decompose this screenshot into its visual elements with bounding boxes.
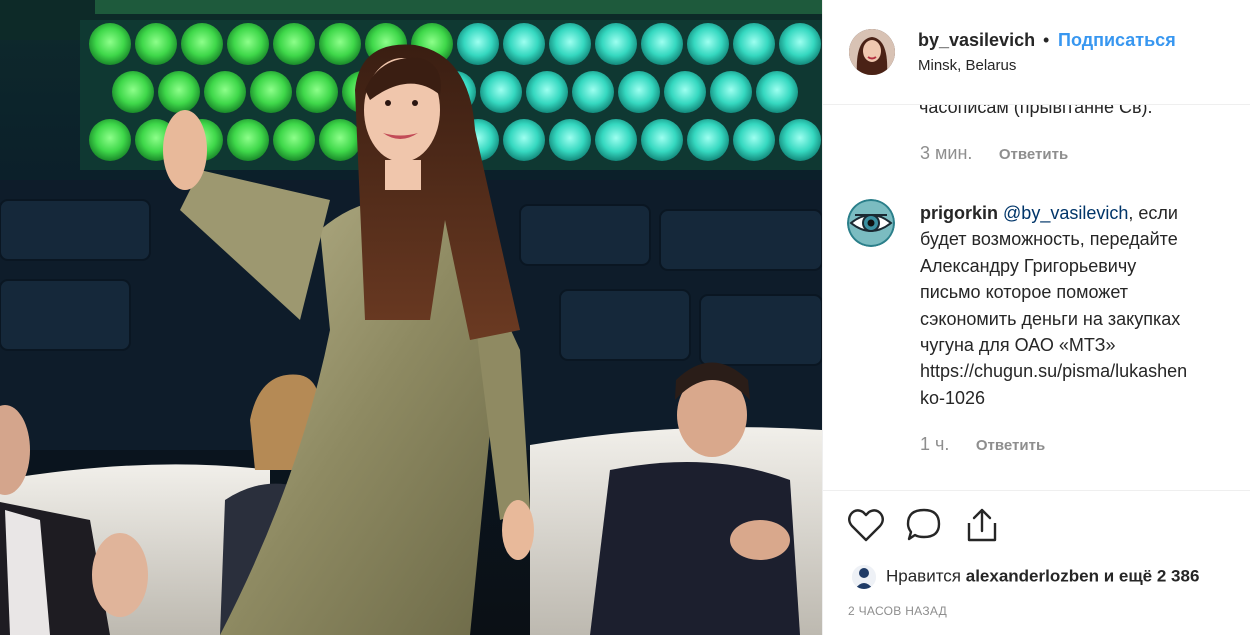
post-actions: Нравится alexanderlozben и ещё 2 386 2 Ч… xyxy=(823,490,1250,636)
post-sidebar: часописам (прывітанне Св). by_vasilevich… xyxy=(822,0,1250,635)
post-photo[interactable] xyxy=(0,0,822,635)
light-bulb xyxy=(572,71,614,113)
comment-body: prigorkin @by_vasilevich, если будет воз… xyxy=(920,200,1240,411)
post-timestamp[interactable]: 2 ЧАСОВ НАЗАД xyxy=(848,604,947,618)
light-bulb xyxy=(710,71,752,113)
commenter-username[interactable]: prigorkin xyxy=(920,203,998,223)
likes-count[interactable]: и ещё 2 386 xyxy=(1104,566,1200,585)
light-bulb xyxy=(135,23,177,65)
light-bulb xyxy=(687,23,729,65)
light-bulb xyxy=(549,23,591,65)
comment-mention[interactable]: @by_vasilevich xyxy=(1003,203,1128,223)
light-bulb xyxy=(319,23,361,65)
post-header: by_vasilevich • Подписаться Minsk, Belar… xyxy=(823,0,1250,105)
liker-username[interactable]: alexanderlozben xyxy=(966,566,1099,585)
photo-illustration xyxy=(0,0,822,635)
follow-button[interactable]: Подписаться xyxy=(1058,30,1176,51)
light-bulb xyxy=(319,119,361,161)
light-bulb xyxy=(89,23,131,65)
comment-meta: 3 мин. Ответить xyxy=(920,143,1068,164)
likes-summary: Нравится alexanderlozben и ещё 2 386 xyxy=(852,565,1199,589)
light-bulb xyxy=(503,23,545,65)
reply-button[interactable]: Ответить xyxy=(999,146,1068,163)
comment-line: , если xyxy=(1128,203,1178,223)
light-bulb xyxy=(112,71,154,113)
comment-line: будет возможность, передайте xyxy=(920,229,1178,250)
light-bulb xyxy=(756,71,798,113)
comment-line: сэкономить деньги на закупках xyxy=(920,308,1181,329)
light-bulb xyxy=(227,23,269,65)
light-bulb xyxy=(181,23,223,65)
light-bulb xyxy=(273,23,315,65)
liker-avatar[interactable] xyxy=(852,565,876,589)
comment-time[interactable]: 1 ч. xyxy=(920,434,949,455)
comment-line: Александру Григорьевичу xyxy=(920,255,1137,276)
light-bulb xyxy=(480,71,522,113)
reply-button[interactable]: Ответить xyxy=(976,437,1045,454)
separator-dot: • xyxy=(1043,30,1050,50)
light-bulb xyxy=(549,119,591,161)
owner-avatar[interactable] xyxy=(849,29,895,75)
avatar-image xyxy=(849,29,895,75)
light-bulb xyxy=(204,71,246,113)
light-bulb xyxy=(296,71,338,113)
light-bulb xyxy=(779,23,821,65)
light-bulb xyxy=(227,119,269,161)
comment-icon[interactable] xyxy=(905,507,943,548)
owner-username[interactable]: by_vasilevich xyxy=(918,30,1035,51)
share-icon[interactable] xyxy=(963,507,1001,548)
light-bulb xyxy=(618,71,660,113)
light-bulb xyxy=(457,23,499,65)
light-bulb xyxy=(250,71,292,113)
comment-first-line: prigorkin @by_vasilevich, если xyxy=(920,200,1240,226)
comment-line: чугуна для ОАО «МТЗ» xyxy=(920,335,1116,356)
commenter-avatar[interactable] xyxy=(847,199,895,247)
light-bulb xyxy=(733,119,775,161)
light-bulb xyxy=(664,71,706,113)
person-icon xyxy=(852,565,876,589)
heart-icon[interactable] xyxy=(847,507,885,548)
light-bulb xyxy=(779,119,821,161)
light-bulb xyxy=(158,71,200,113)
light-bulb xyxy=(273,119,315,161)
light-bulb xyxy=(503,119,545,161)
light-bulb xyxy=(595,119,637,161)
likes-prefix: Нравится xyxy=(886,566,962,586)
light-bulb xyxy=(641,119,683,161)
light-bulb xyxy=(526,71,568,113)
comment-line: письмо которое поможет xyxy=(920,282,1128,303)
comment-link[interactable]: https://chugun.su/pisma/lukashen xyxy=(920,358,1240,384)
light-bulb xyxy=(595,23,637,65)
eye-icon xyxy=(847,199,895,247)
light-bulb xyxy=(687,119,729,161)
post-location[interactable]: Minsk, Belarus xyxy=(918,57,1016,74)
light-bulb xyxy=(641,23,683,65)
light-bulb xyxy=(89,119,131,161)
comment-meta: 1 ч. Ответить xyxy=(920,434,1045,455)
light-bulb xyxy=(733,23,775,65)
comment-link-continued[interactable]: ko-1026 xyxy=(920,385,1240,411)
comment-time[interactable]: 3 мин. xyxy=(920,143,972,164)
